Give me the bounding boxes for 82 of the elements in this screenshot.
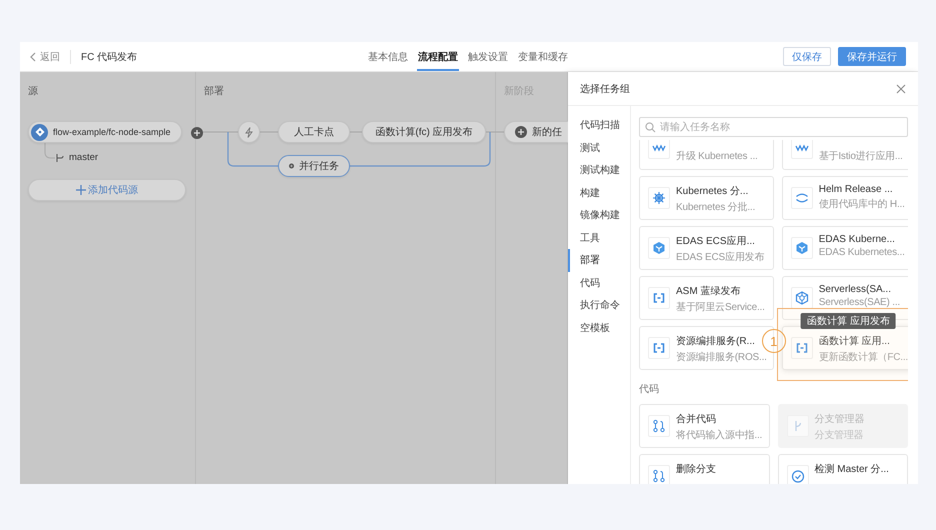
bolt-icon: [244, 126, 254, 138]
task-card[interactable]: 合并代码 将代码输入源中指...: [639, 404, 770, 448]
card-title: Kubernetes 分...: [676, 185, 750, 198]
card-title: ASM 蓝绿发布: [676, 284, 742, 298]
repository-node[interactable]: flow-example/fc-node-sample: [28, 121, 182, 143]
merge-icon: [648, 415, 670, 437]
cube-icon: [648, 237, 670, 259]
stage-title: 源: [28, 85, 39, 98]
close-button[interactable]: [896, 84, 906, 94]
page-title: FC 代码发布: [81, 50, 138, 64]
zigzag-icon: [790, 140, 813, 159]
card-description: EDAS ECS应用发布: [676, 250, 764, 264]
card-description: 将代码输入源中指...: [676, 428, 762, 442]
card-title: 分支管理器: [814, 412, 864, 426]
cube-icon: [790, 237, 813, 259]
card-description: 使用代码库中的 H...: [818, 198, 905, 211]
zigzag-icon: [648, 140, 670, 159]
wheel-icon: [648, 187, 670, 209]
job-node[interactable]: 人工卡点: [278, 121, 350, 143]
bolt-button[interactable]: [238, 121, 260, 143]
chevron-left-icon: [30, 52, 36, 62]
category-item[interactable]: 构建: [568, 182, 630, 204]
card-title: Serverless(SA...: [818, 284, 892, 295]
task-card[interactable]: EDAS ECS应用... EDAS ECS应用发布: [639, 226, 774, 270]
task-card[interactable]: Helm Release ... 使用代码库中的 H...: [782, 176, 908, 220]
task-card[interactable]: ASM 蓝绿发布 基于阿里云Service...: [639, 276, 774, 320]
branch-icon: [56, 152, 64, 162]
category-item[interactable]: 执行命令: [568, 294, 630, 316]
arcs-icon: [790, 187, 813, 209]
back-link[interactable]: 返回: [30, 50, 60, 64]
category-item[interactable]: 测试: [568, 136, 630, 159]
job-node[interactable]: 函数计算(fc) 应用发布: [362, 121, 486, 143]
plus-circle-icon: [515, 126, 527, 138]
card-description: EDAS Kubernetes...: [818, 247, 905, 258]
brackets-icon: [648, 337, 670, 359]
section-title: 代码: [639, 383, 660, 396]
card-description: 升级 Kubernetes ...: [676, 150, 758, 163]
search-field[interactable]: 请输入任务名称: [639, 117, 908, 137]
category-item[interactable]: 镜像构建: [568, 204, 630, 226]
plus-icon: [76, 185, 86, 195]
brackets-icon: [790, 337, 813, 359]
category-item[interactable]: 空模板: [568, 316, 630, 339]
task-card[interactable]: 检测 Master 分...: [778, 454, 908, 484]
card-description: 基于Istio进行应用...: [818, 150, 903, 163]
category-item[interactable]: 代码扫描: [568, 114, 630, 136]
task-card[interactable]: 函数计算 应用... 更新函数计算（FC...: [782, 326, 908, 370]
card-title: 检测 Master 分...: [814, 462, 889, 476]
card-title: 删除分支: [676, 462, 716, 476]
search-icon: [645, 122, 656, 132]
tooltip: 函数计算 应用发布: [800, 313, 896, 329]
merge-icon: [648, 465, 670, 484]
card-title: 函数计算 应用...: [818, 334, 891, 348]
task-card[interactable]: EDAS Kuberne... EDAS Kubernetes...: [782, 226, 908, 270]
task-card[interactable]: 删除分支: [639, 454, 770, 484]
category-item[interactable]: 工具: [568, 226, 630, 249]
task-card[interactable]: Kubernetes 分... Kubernetes 分批...: [639, 176, 774, 220]
branch-icon: [786, 415, 808, 437]
tab[interactable]: 触发设置: [467, 42, 509, 71]
category-item[interactable]: 部署: [568, 249, 630, 272]
stage-title: 部署: [204, 84, 225, 98]
card-title: EDAS ECS应用...: [676, 234, 756, 248]
card-title: 合并代码: [676, 412, 717, 426]
plus-circle-icon[interactable]: [191, 127, 203, 139]
tree-line: [44, 142, 56, 158]
tab[interactable]: 变量和缓存: [517, 42, 569, 71]
card-title: 资源编排服务(R...: [676, 334, 756, 348]
category-item[interactable]: 代码: [568, 272, 630, 294]
tab[interactable]: 基本信息: [367, 42, 409, 71]
card-description: Serverless(SAE) ...: [818, 297, 900, 308]
save-button[interactable]: 仅保存: [783, 47, 831, 66]
card-title: Helm Release ...: [818, 184, 894, 195]
drawer-title: 选择任务组: [580, 82, 630, 96]
card-description: 基于阿里云Service...: [676, 300, 765, 314]
branch-name: master: [69, 152, 98, 163]
brackets-icon: [648, 287, 670, 309]
card-description: 更新函数计算（FC...: [818, 350, 908, 364]
card-description: Kubernetes 分批...: [676, 200, 756, 214]
parallel-task-button[interactable]: 并行任务: [278, 155, 350, 177]
card-title: EDAS Kuberne...: [818, 234, 896, 245]
card-description: 资源编排服务(ROS...: [676, 350, 767, 364]
category-item[interactable]: 测试构建: [568, 159, 630, 182]
new-task-button[interactable]: 新的任: [504, 121, 568, 143]
